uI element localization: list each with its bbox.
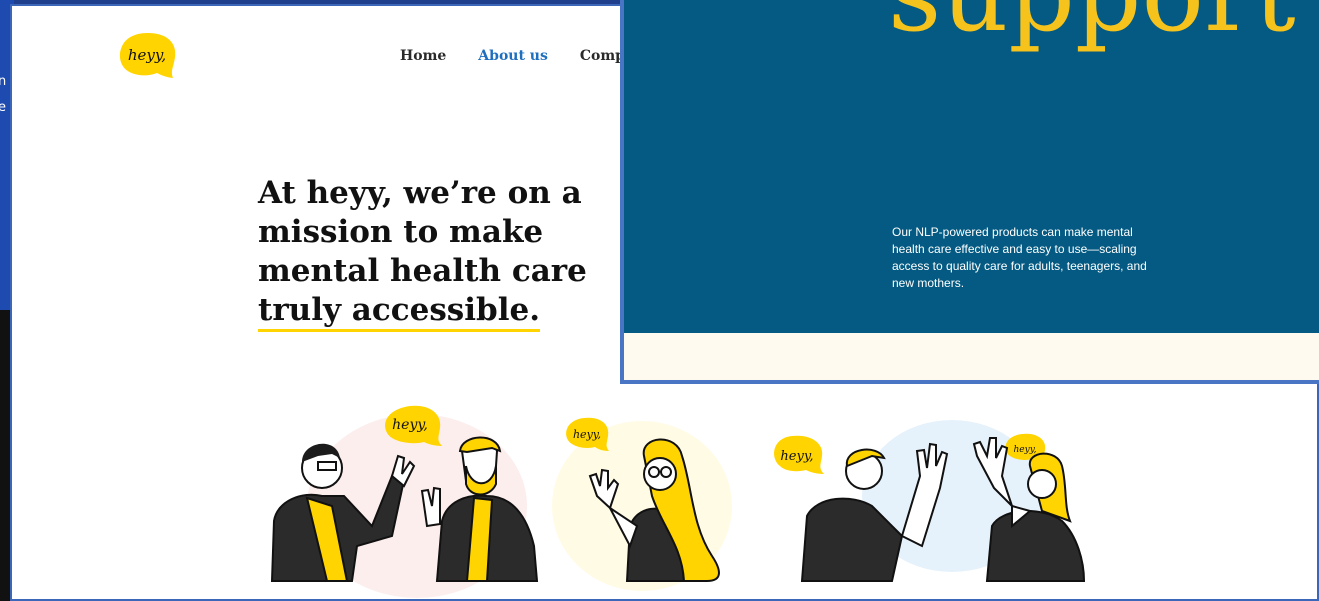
people-illustration: heyy, heyy, heyy, heyy, [270, 405, 1086, 598]
hero-big-heading: support fo [888, 0, 1319, 46]
nav-home[interactable]: Home [400, 48, 446, 64]
background-text-fragment: n [0, 74, 7, 89]
heyy-logo[interactable]: heyy, [117, 30, 179, 82]
svg-text:heyy,: heyy, [780, 449, 813, 464]
svg-text:heyy,: heyy, [573, 428, 601, 441]
hero-blue-section: support fo Our NLP-powered products can … [624, 0, 1319, 333]
nav-about-us[interactable]: About us [478, 48, 548, 64]
hero-description: Our NLP-powered products can make mental… [892, 225, 1147, 290]
main-navigation: Home About us Company [400, 48, 652, 64]
overlay-browser-window: support fo Our NLP-powered products can … [620, 0, 1319, 384]
background-text-fragment: e [0, 100, 6, 115]
hero-headline-text: At heyy, we’re on a mission to make ment… [258, 175, 587, 289]
hero-headline: At heyy, we’re on a mission to make ment… [258, 174, 598, 332]
logo-text: heyy, [128, 46, 166, 64]
cream-section [624, 333, 1319, 380]
illustration-bubble-text: heyy, [392, 417, 428, 433]
svg-text:heyy,: heyy, [1014, 445, 1037, 455]
hero-headline-highlight: truly accessible. [258, 292, 540, 332]
